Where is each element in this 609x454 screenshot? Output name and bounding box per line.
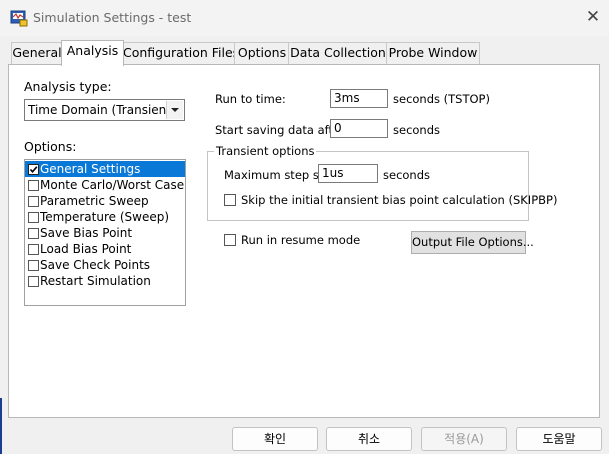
option-label: Restart Simulation bbox=[40, 274, 151, 288]
cancel-button[interactable]: 취소 bbox=[326, 427, 412, 451]
option-label: Load Bias Point bbox=[40, 242, 132, 256]
check-icon bbox=[29, 166, 38, 174]
skipbp-checkbox[interactable] bbox=[224, 194, 236, 206]
option-item[interactable]: Temperature (Sweep) bbox=[25, 209, 185, 225]
option-label: Save Check Points bbox=[40, 258, 151, 272]
window-title: Simulation Settings - test bbox=[33, 10, 192, 25]
option-checkbox[interactable] bbox=[28, 212, 39, 223]
tab-data-collection[interactable]: Data Collection bbox=[288, 42, 388, 64]
option-label: General Settings bbox=[40, 162, 141, 176]
start-saving-unit: seconds bbox=[393, 123, 441, 137]
background-window-edge bbox=[0, 398, 2, 454]
resume-mode-checkbox[interactable] bbox=[224, 234, 236, 246]
skipbp-label: Skip the initial transient bias point ca… bbox=[241, 193, 558, 207]
analysis-type-value: Time Domain (Transient) bbox=[28, 103, 176, 117]
option-label: Save Bias Point bbox=[40, 226, 133, 240]
options-label: Options: bbox=[24, 139, 77, 154]
tab-analysis[interactable]: Analysis bbox=[61, 40, 124, 66]
help-button[interactable]: 도움말 bbox=[516, 427, 602, 451]
tab-probe-window[interactable]: Probe Window bbox=[386, 42, 480, 64]
dropdown-button[interactable] bbox=[166, 101, 183, 119]
option-checkbox[interactable] bbox=[28, 244, 39, 255]
option-checkbox[interactable] bbox=[28, 260, 39, 271]
start-saving-input[interactable]: 0 bbox=[330, 119, 388, 138]
run-to-time-unit: seconds (TSTOP) bbox=[393, 92, 490, 106]
analysis-type-select[interactable]: Time Domain (Transient) bbox=[24, 99, 185, 121]
option-checkbox[interactable] bbox=[28, 276, 39, 287]
option-item[interactable]: General Settings bbox=[25, 161, 185, 177]
start-saving-label: Start saving data after: bbox=[215, 123, 349, 137]
option-checkbox[interactable] bbox=[28, 164, 39, 175]
option-item[interactable]: Save Check Points bbox=[25, 257, 185, 273]
max-step-input[interactable]: 1us bbox=[318, 164, 378, 183]
option-item[interactable]: Monte Carlo/Worst Case bbox=[25, 177, 185, 193]
tab-options[interactable]: Options bbox=[234, 42, 290, 64]
run-to-time-input[interactable]: 3ms bbox=[330, 89, 388, 108]
tab-general[interactable]: General bbox=[11, 42, 63, 64]
close-icon[interactable]: ✕ bbox=[578, 4, 608, 30]
option-checkbox[interactable] bbox=[28, 196, 39, 207]
option-item[interactable]: Parametric Sweep bbox=[25, 193, 185, 209]
option-label: Parametric Sweep bbox=[40, 194, 149, 208]
option-item[interactable]: Load Bias Point bbox=[25, 241, 185, 257]
resume-mode-label: Run in resume mode bbox=[241, 233, 361, 247]
ok-button[interactable]: 확인 bbox=[232, 427, 318, 451]
transient-options-title: Transient options bbox=[214, 144, 317, 158]
run-to-time-label: Run to time: bbox=[215, 92, 286, 106]
options-list[interactable]: General Settings Monte Carlo/Worst Case Pa… bbox=[24, 159, 186, 306]
tab-configuration-files[interactable]: Configuration Files bbox=[122, 42, 239, 64]
option-checkbox[interactable] bbox=[28, 228, 39, 239]
option-label: Temperature (Sweep) bbox=[40, 210, 170, 224]
option-item[interactable]: Save Bias Point bbox=[25, 225, 185, 241]
output-file-options-button[interactable]: Output File Options... bbox=[411, 231, 534, 254]
transient-options-group bbox=[207, 151, 529, 221]
option-checkbox[interactable] bbox=[28, 180, 39, 191]
apply-button[interactable]: 적용(A) bbox=[421, 427, 507, 451]
option-label: Monte Carlo/Worst Case bbox=[40, 178, 185, 192]
analysis-type-label: Analysis type: bbox=[24, 79, 112, 94]
chevron-down-icon bbox=[171, 108, 179, 112]
option-item[interactable]: Restart Simulation bbox=[25, 273, 185, 289]
app-icon bbox=[10, 10, 28, 27]
max-step-unit: seconds bbox=[383, 168, 431, 182]
